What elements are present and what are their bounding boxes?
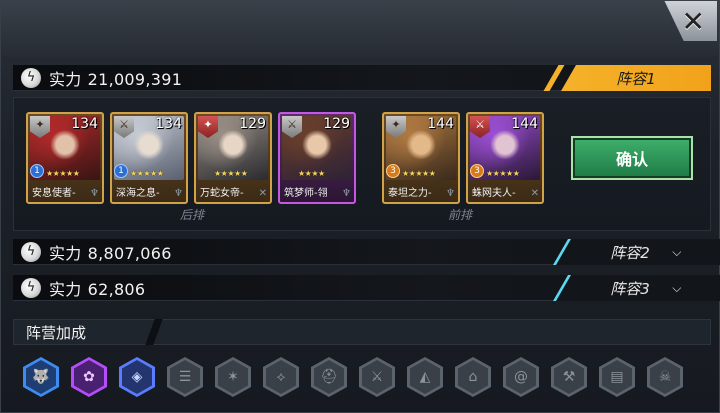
- faction-skull-icon[interactable]: ☠: [647, 357, 683, 397]
- power-value: 21,009,391: [87, 69, 183, 89]
- hero-stars: ★★★★: [298, 169, 325, 178]
- lineup-header-1[interactable]: ϟ 实力 21,009,391 阵容1: [13, 65, 711, 91]
- faction-spiral-icon[interactable]: @: [503, 357, 539, 397]
- chevron-down-icon: ⌵: [672, 244, 682, 259]
- power-text: 实力 62,806: [49, 279, 146, 299]
- hero-stars: ★★★★★: [214, 169, 248, 178]
- hero-level: 129: [239, 116, 266, 132]
- wolf-icon: 🐺: [26, 360, 56, 394]
- power-text: 实力 8,807,066: [49, 243, 172, 263]
- blade-icon: ⚔: [362, 360, 392, 394]
- tab-lineup-3[interactable]: 阵容3 ⌵: [553, 275, 720, 301]
- power-text: 实力 21,009,391: [49, 69, 183, 89]
- faction-flower-icon[interactable]: ✿: [71, 357, 107, 397]
- hero-card[interactable]: ⚔ 144 3 ★★★★★ 蛛网夫人- ✕: [466, 112, 544, 204]
- faction-beast-icon[interactable]: ◭: [407, 357, 443, 397]
- spiral-icon: @: [506, 360, 536, 394]
- confirm-button[interactable]: 确认: [571, 136, 693, 180]
- chevron-down-icon: ⌵: [672, 280, 682, 295]
- tab-accent-slash: [543, 65, 565, 91]
- faction-wings-icon[interactable]: ⟡: [263, 357, 299, 397]
- helmet-icon: ⛑: [314, 360, 344, 394]
- hero-level: 134: [155, 116, 182, 132]
- header-slash: [145, 319, 163, 345]
- hero-stars: ★★★★★: [402, 169, 436, 178]
- scroll-icon: ☰: [170, 360, 200, 394]
- wings-icon: ⟡: [266, 360, 296, 394]
- claw-icon: ✶: [218, 360, 248, 394]
- faction-tank-icon[interactable]: ▤: [599, 357, 635, 397]
- skull-icon: ☠: [650, 360, 680, 394]
- faction-tower-icon[interactable]: ⌂: [455, 357, 491, 397]
- faction-hammer-icon[interactable]: ⚒: [551, 357, 587, 397]
- hero-rank-badge: 1: [30, 164, 44, 178]
- hero-stars: ★★★★★: [130, 169, 164, 178]
- hero-role-icon: ♆: [90, 188, 99, 199]
- hero-card[interactable]: ⚔ 129 ★★★★ 筑梦师-翎 ♆: [278, 112, 356, 204]
- power-value: 8,807,066: [87, 243, 172, 263]
- power-bolt-icon: ϟ: [21, 67, 41, 88]
- hero-level: 144: [427, 116, 454, 132]
- faction-scroll-icon[interactable]: ☰: [167, 357, 203, 397]
- power-bolt-icon: ϟ: [21, 241, 41, 262]
- hero-rank-badge: 3: [470, 164, 484, 178]
- lineup-header-3[interactable]: ϟ 实力 62,806 阵容3 ⌵: [13, 275, 720, 301]
- hero-role-icon: ✕: [530, 188, 539, 199]
- lineup-panel: ✕ ϟ 实力 21,009,391 阵容1 ✦ 134 1 ★★★★★ 安息使者- ♆ ⚔ 13…: [0, 0, 720, 413]
- close-icon: ✕: [681, 4, 705, 38]
- hero-rank-badge: 3: [386, 164, 400, 178]
- tower-icon: ⌂: [458, 360, 488, 394]
- hero-stars: ★★★★★: [46, 169, 80, 178]
- close-button[interactable]: ✕: [664, 1, 717, 41]
- hero-level: 144: [511, 116, 538, 132]
- cube-icon: ◈: [122, 360, 152, 394]
- hero-card[interactable]: ✦ 134 1 ★★★★★ 安息使者- ♆: [26, 112, 104, 204]
- hero-role-icon: ♆: [446, 188, 455, 199]
- hero-stars: ★★★★★: [486, 169, 520, 178]
- lineup-header-2[interactable]: ϟ 实力 8,807,066 阵容2 ⌵: [13, 239, 720, 265]
- hero-role-icon: ✕: [258, 188, 267, 199]
- faction-wolf-icon[interactable]: 🐺: [23, 357, 59, 397]
- hero-level: 129: [323, 116, 350, 132]
- faction-blade-icon[interactable]: ⚔: [359, 357, 395, 397]
- power-value: 62,806: [87, 279, 146, 299]
- hero-role-icon: ♆: [174, 188, 183, 199]
- camp-bonus-header: 阵营加成: [13, 319, 711, 345]
- power-bolt-icon: ϟ: [21, 277, 41, 298]
- hero-card[interactable]: ✦ 144 3 ★★★★★ 泰坦之力- ♆: [382, 112, 460, 204]
- hero-level: 134: [71, 116, 98, 132]
- camp-bonus-label: 阵营加成: [26, 323, 87, 342]
- faction-helmet-icon[interactable]: ⛑: [311, 357, 347, 397]
- back-row-label: 后排: [180, 208, 205, 222]
- tab-lineup-2[interactable]: 阵容2 ⌵: [553, 239, 720, 265]
- front-row-label: 前排: [448, 208, 473, 222]
- tank-icon: ▤: [602, 360, 632, 394]
- tab-lineup-1[interactable]: 阵容1: [561, 65, 711, 91]
- hero-card[interactable]: ⚔ 134 1 ★★★★★ 深海之息- ♆: [110, 112, 188, 204]
- formation-area: ✦ 134 1 ★★★★★ 安息使者- ♆ ⚔ 134 1 ★★★★★ 深海之息- ♆ ✦ 129 ★★★★…: [13, 97, 711, 231]
- faction-cube-icon[interactable]: ◈: [119, 357, 155, 397]
- faction-claw-icon[interactable]: ✶: [215, 357, 251, 397]
- hero-rank-badge: 1: [114, 164, 128, 178]
- hero-card[interactable]: ✦ 129 ★★★★★ 万蛇女帝- ✕: [194, 112, 272, 204]
- beast-icon: ◭: [410, 360, 440, 394]
- hammer-icon: ⚒: [554, 360, 584, 394]
- faction-icons-row: 🐺 ✿ ◈ ☰ ✶ ⟡ ⛑ ⚔ ◭ ⌂ @ ⚒ ▤ ☠: [23, 357, 699, 401]
- hero-role-icon: ♆: [342, 188, 351, 199]
- flower-icon: ✿: [74, 360, 104, 394]
